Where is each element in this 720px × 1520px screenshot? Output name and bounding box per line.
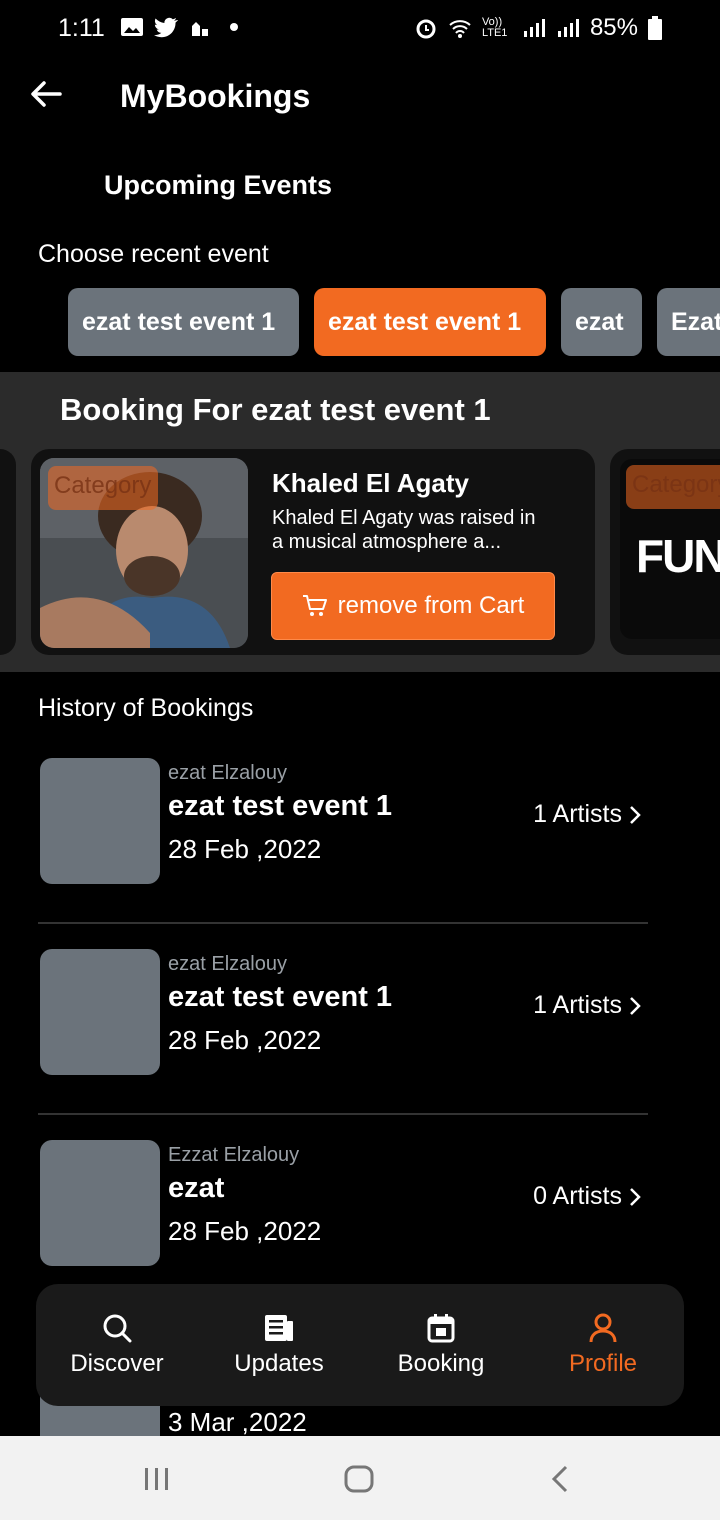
newspaper-icon xyxy=(265,1315,293,1341)
artist-card-next[interactable]: Category FUNN xyxy=(610,449,720,655)
artists-link[interactable]: 0 Artists xyxy=(533,1182,642,1211)
remove-from-cart-button[interactable]: remove from Cart xyxy=(271,572,555,640)
nav-discover[interactable]: Discover xyxy=(42,1312,192,1378)
nav-label: Profile xyxy=(568,1350,638,1377)
dot-icon xyxy=(230,23,238,31)
mosque-icon xyxy=(192,22,208,36)
status-bar: 1:11 Vo)) LTE1 85% xyxy=(0,0,720,58)
history-row[interactable]: ezat Elzalouy ezat test event 1 28 Feb ,… xyxy=(38,933,648,1115)
next-card-image: Category FUNN xyxy=(620,459,720,639)
page-title: MyBookings xyxy=(120,78,311,114)
booking-title: Booking For ezat test event 1 xyxy=(60,392,491,427)
event-date: 28 Feb ,2022 xyxy=(168,1025,322,1055)
upcoming-events-heading: Upcoming Events xyxy=(104,170,333,200)
person-icon xyxy=(589,1313,617,1343)
host-name: ezat Elzalouy xyxy=(168,953,287,975)
choose-event-label: Choose recent event xyxy=(38,240,269,268)
home-icon[interactable] xyxy=(343,1464,375,1494)
event-name: ezat test event 1 xyxy=(168,790,393,822)
nav-label: Updates xyxy=(234,1350,324,1377)
system-status: Vo)) LTE1 85% xyxy=(414,14,662,42)
notification-icons xyxy=(120,16,246,38)
artist-card-previous[interactable] xyxy=(0,449,16,655)
event-thumbnail xyxy=(40,758,160,884)
event-date: 28 Feb ,2022 xyxy=(168,1216,322,1246)
system-nav-bar xyxy=(0,1436,720,1520)
history-row[interactable]: Ezzat Elzalouy ezat 28 Feb ,2022 0 Artis… xyxy=(38,1124,648,1306)
artists-link[interactable]: 1 Artists xyxy=(533,800,642,829)
event-chip-selected[interactable]: ezat test event 1 xyxy=(314,288,546,356)
event-name: ezat test event 1 xyxy=(168,981,393,1013)
back-arrow-icon[interactable] xyxy=(28,76,64,112)
artist-name: Khaled El Agaty xyxy=(272,468,469,498)
status-time: 1:11 xyxy=(58,14,105,42)
twitter-icon xyxy=(154,17,178,38)
chevron-right-icon xyxy=(630,805,641,824)
nav-label: Booking xyxy=(397,1350,485,1377)
gallery-icon xyxy=(121,18,143,36)
event-date: 28 Feb ,2022 xyxy=(168,834,322,864)
host-name: Ezzat Elzalouy xyxy=(168,1144,300,1166)
event-thumbnail xyxy=(40,1140,160,1266)
history-heading: History of Bookings xyxy=(38,694,254,722)
signal-icon xyxy=(523,19,545,37)
event-chip[interactable]: ezat xyxy=(561,288,642,356)
signal-icon-2 xyxy=(557,19,579,37)
event-date: 3 Mar ,2022 xyxy=(168,1407,307,1437)
back-icon[interactable] xyxy=(548,1464,572,1494)
category-tag: Category xyxy=(48,466,158,510)
alarm-icon xyxy=(416,19,436,39)
artist-photo: Category xyxy=(40,458,248,648)
artists-link[interactable]: 1 Artists xyxy=(533,991,642,1020)
event-thumbnail xyxy=(40,949,160,1075)
battery-icon xyxy=(648,16,662,40)
chevron-right-icon xyxy=(630,996,641,1015)
cart-icon xyxy=(302,595,327,616)
event-name: ezat xyxy=(168,1172,225,1204)
artists-count: 0 Artists xyxy=(533,1182,622,1210)
recents-icon[interactable] xyxy=(142,1466,172,1492)
cart-button-label: remove from Cart xyxy=(337,592,525,619)
wifi-icon xyxy=(449,20,471,38)
artists-count: 1 Artists xyxy=(533,991,622,1019)
nav-booking[interactable]: Booking xyxy=(366,1312,516,1378)
calendar-icon xyxy=(427,1314,455,1343)
history-row[interactable]: ezat Elzalouy ezat test event 1 28 Feb ,… xyxy=(38,742,648,924)
artists-count: 1 Artists xyxy=(533,800,622,828)
host-name: ezat Elzalouy xyxy=(168,762,287,784)
chevron-right-icon xyxy=(630,1187,641,1206)
category-tag: Category xyxy=(626,465,720,509)
nav-profile[interactable]: Profile xyxy=(528,1312,678,1378)
network-label: Vo)) LTE1 xyxy=(481,16,508,39)
bottom-nav: Discover Updates Booking Profile xyxy=(36,1284,684,1406)
battery-percent: 85% xyxy=(589,14,638,41)
nav-updates[interactable]: Updates xyxy=(204,1312,354,1378)
search-icon xyxy=(103,1314,132,1343)
funny-logo: FUNN xyxy=(636,530,720,582)
event-chip[interactable]: Ezat xyxy=(657,288,720,356)
nav-label: Discover xyxy=(70,1350,164,1377)
artist-description: Khaled El Agaty was raised in a musical … xyxy=(272,507,536,553)
event-chip[interactable]: ezat test event 1 xyxy=(68,288,299,356)
